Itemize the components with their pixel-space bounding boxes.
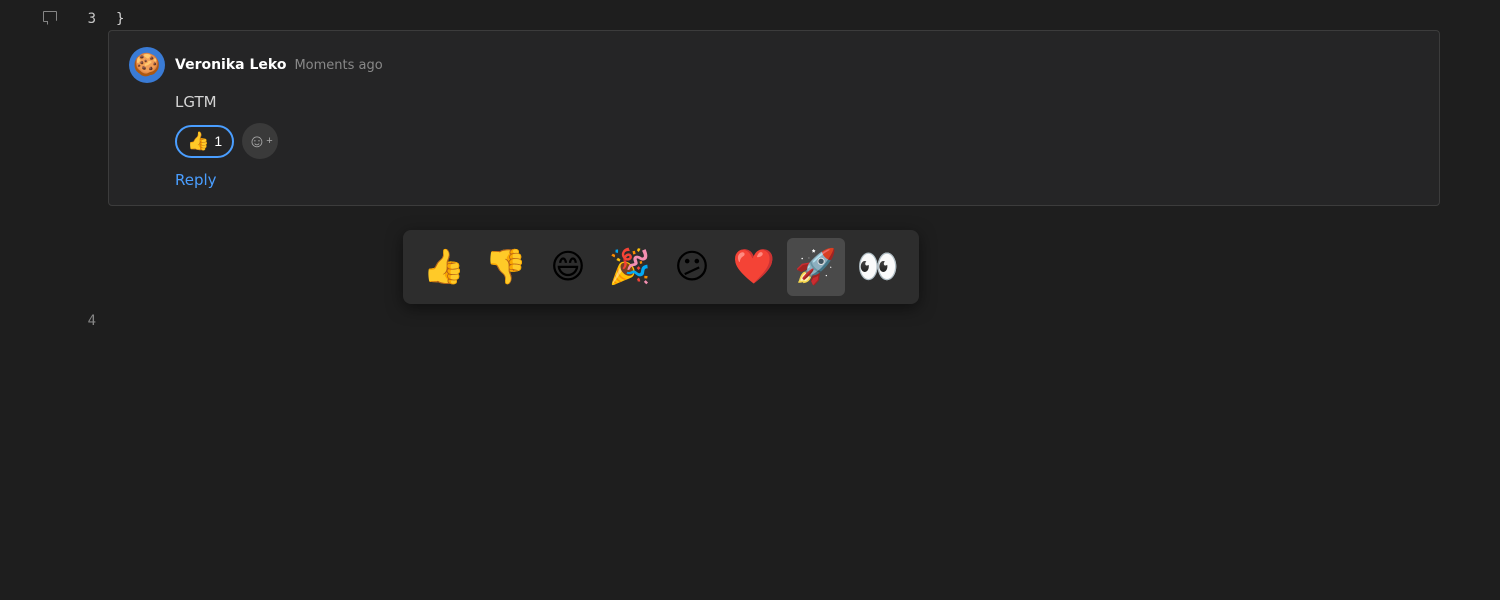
- line-gutter: 3 4: [0, 0, 108, 600]
- line-number-4: 4: [0, 310, 108, 332]
- avatar: 🍪: [129, 47, 165, 83]
- add-reaction-icon: ☺: [248, 131, 266, 152]
- thumbs-up-reaction[interactable]: 👍 1: [175, 125, 234, 158]
- plus-icon: +: [266, 135, 272, 147]
- reply-link[interactable]: Reply: [129, 171, 1419, 189]
- emoji-thumbs-up[interactable]: 👍: [415, 238, 473, 296]
- emoji-thumbs-down[interactable]: 👎: [477, 238, 535, 296]
- thumbs-up-emoji: 👍: [187, 131, 209, 152]
- emoji-party-popper[interactable]: 🎉: [601, 238, 659, 296]
- comment-panel: 🍪 Veronika Leko Moments ago LGTM 👍 1 ☺+ …: [108, 30, 1440, 206]
- comment-body: LGTM: [129, 93, 1419, 111]
- comment-header: 🍪 Veronika Leko Moments ago: [129, 47, 1419, 83]
- emoji-rocket[interactable]: 🚀: [787, 238, 845, 296]
- reaction-count: 1: [214, 133, 222, 149]
- emoji-grinning[interactable]: 😄: [539, 238, 597, 296]
- emoji-heart[interactable]: ❤️: [725, 238, 783, 296]
- comment-icon: [42, 10, 58, 30]
- emoji-eyes[interactable]: 👀: [849, 238, 907, 296]
- code-line-3: }: [108, 8, 1500, 30]
- comment-meta: Veronika Leko Moments ago: [175, 57, 383, 73]
- emoji-picker: 👍 👎 😄 🎉 😕 ❤️ 🚀 👀: [403, 230, 919, 304]
- emoji-confused[interactable]: 😕: [663, 238, 721, 296]
- comment-reactions: 👍 1 ☺+: [129, 123, 1419, 159]
- add-reaction-button[interactable]: ☺+: [242, 123, 278, 159]
- avatar-emoji: 🍪: [133, 53, 160, 78]
- comment-time: Moments ago: [294, 58, 382, 73]
- code-brace: }: [116, 11, 124, 27]
- comment-author: Veronika Leko: [175, 57, 286, 73]
- editor-main: } 🍪 Veronika Leko Moments ago LGTM 👍 1 ☺…: [108, 0, 1500, 600]
